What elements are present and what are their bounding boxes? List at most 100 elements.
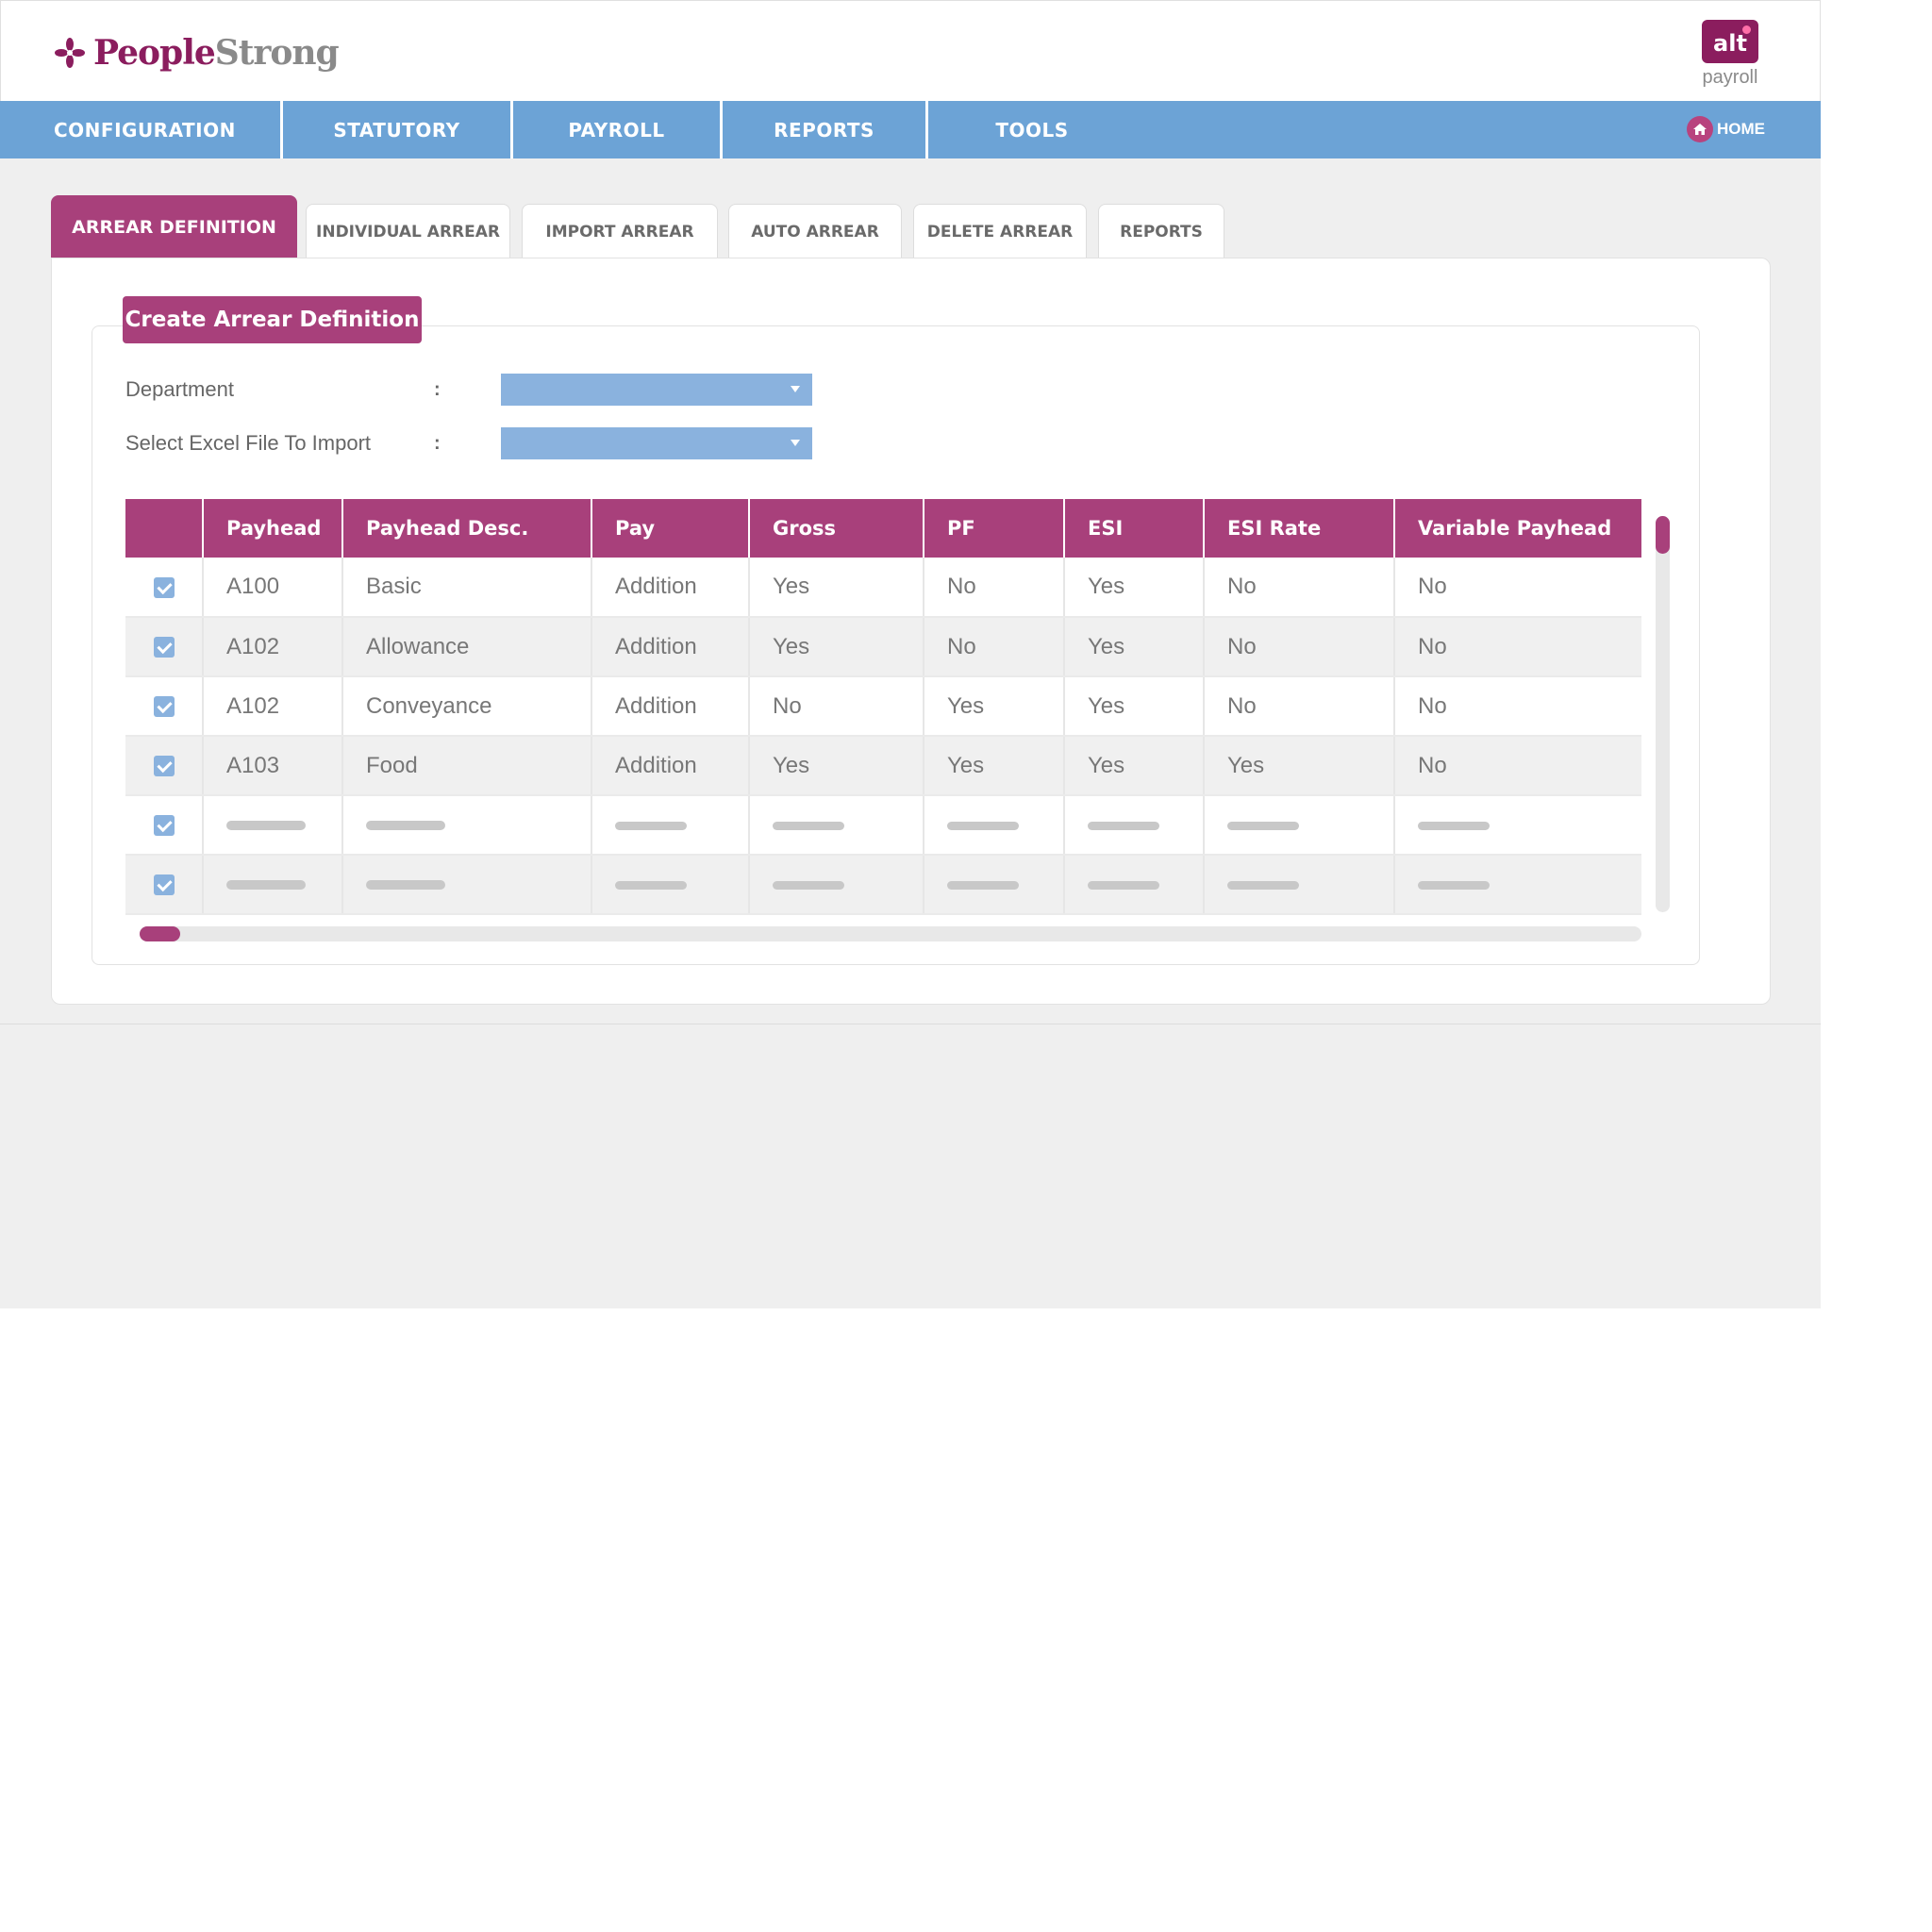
placeholder-cell	[1204, 795, 1395, 856]
table-row[interactable]: A102 Conveyance Addition No Yes Yes No N…	[125, 676, 1641, 737]
placeholder-bar	[1227, 821, 1299, 830]
horizontal-scrollbar[interactable]	[140, 926, 1641, 941]
row-checkbox[interactable]	[125, 617, 204, 677]
header-payhead[interactable]: Payhead	[203, 499, 343, 558]
row-checkbox[interactable]	[125, 558, 204, 618]
nav-configuration[interactable]: CONFIGURATION	[0, 101, 283, 158]
tab-arrear-definition[interactable]: ARREAR DEFINITION	[51, 195, 297, 258]
home-icon	[1687, 116, 1713, 142]
placeholder-cell	[1394, 855, 1641, 915]
tab-delete-arrear[interactable]: DELETE ARREAR	[913, 204, 1087, 258]
cell-pf: No	[924, 617, 1065, 677]
department-select[interactable]	[501, 374, 812, 406]
cell-esi-rate: Yes	[1204, 736, 1395, 796]
home-link[interactable]: HOME	[1687, 115, 1765, 143]
header-variable-payhead[interactable]: Variable Payhead	[1394, 499, 1641, 558]
cell-esi: Yes	[1064, 736, 1205, 796]
cell-payhead: A102	[203, 676, 343, 737]
table-row[interactable]: A103 Food Addition Yes Yes Yes Yes No	[125, 736, 1641, 796]
placeholder-cell	[924, 855, 1065, 915]
horizontal-scroll-thumb[interactable]	[140, 926, 180, 941]
cell-pf: No	[924, 558, 1065, 618]
nav-statutory[interactable]: STATUTORY	[283, 101, 513, 158]
checkbox-checked-icon	[153, 874, 175, 896]
placeholder-cell	[1064, 795, 1205, 856]
top-header: PeopleStrong alt payroll	[0, 0, 1821, 101]
placeholder-bar	[947, 821, 1019, 830]
placeholder-bar	[615, 821, 687, 830]
excel-file-select[interactable]	[501, 427, 812, 459]
tab-individual-arrear[interactable]: INDIVIDUAL ARREAR	[306, 204, 510, 258]
nav-reports[interactable]: REPORTS	[723, 101, 928, 158]
header-esi-rate[interactable]: ESI Rate	[1204, 499, 1395, 558]
placeholder-cell	[203, 795, 343, 856]
tab-auto-arrear[interactable]: AUTO ARREAR	[728, 204, 902, 258]
cell-payhead-desc: Allowance	[342, 617, 592, 677]
cell-payhead-desc: Basic	[342, 558, 592, 618]
chevron-down-icon	[791, 440, 800, 446]
cell-payhead: A100	[203, 558, 343, 618]
cell-gross: Yes	[749, 736, 924, 796]
cell-variable-payhead: No	[1394, 617, 1641, 677]
product-name: payroll	[1702, 67, 1758, 88]
vertical-scroll-thumb[interactable]	[1656, 516, 1670, 554]
cell-gross: No	[749, 676, 924, 737]
table-row[interactable]: A102 Allowance Addition Yes No Yes No No	[125, 617, 1641, 677]
placeholder-bar	[1418, 821, 1490, 830]
placeholder-bar	[615, 880, 687, 890]
nav-tools[interactable]: TOOLS	[928, 101, 1136, 158]
cell-pf: Yes	[924, 736, 1065, 796]
header-pf[interactable]: PF	[924, 499, 1065, 558]
cell-pay: Addition	[591, 736, 750, 796]
header-gross[interactable]: Gross	[749, 499, 924, 558]
brand-name: PeopleStrong	[93, 33, 340, 73]
cell-gross: Yes	[749, 617, 924, 677]
placeholder-bar	[226, 880, 306, 891]
brand-logo[interactable]: PeopleStrong	[54, 29, 340, 76]
table-row[interactable]: A100 Basic Addition Yes No Yes No No	[125, 558, 1641, 618]
placeholder-bar	[1227, 880, 1299, 890]
placeholder-cell	[1204, 855, 1395, 915]
table-row-placeholder[interactable]	[125, 795, 1641, 856]
cell-payhead-desc: Conveyance	[342, 676, 592, 737]
placeholder-cell	[749, 795, 924, 856]
checkbox-checked-icon	[153, 576, 175, 598]
placeholder-bar	[947, 880, 1019, 890]
header-esi[interactable]: ESI	[1064, 499, 1205, 558]
cell-payhead: A103	[203, 736, 343, 796]
cell-pay: Addition	[591, 676, 750, 737]
placeholder-cell	[924, 795, 1065, 856]
chevron-down-icon	[791, 386, 800, 392]
form-title: Create Arrear Definition	[123, 296, 422, 343]
header-payhead-desc[interactable]: Payhead Desc.	[342, 499, 592, 558]
row-checkbox[interactable]	[125, 676, 204, 737]
excel-file-label: Select Excel File To Import	[125, 431, 372, 455]
vertical-scrollbar[interactable]	[1656, 516, 1670, 912]
nav-payroll[interactable]: PAYROLL	[513, 101, 723, 158]
cell-pay: Addition	[591, 617, 750, 677]
header-pay[interactable]: Pay	[591, 499, 750, 558]
placeholder-bar	[1088, 880, 1159, 890]
placeholder-cell	[591, 795, 750, 856]
cell-esi-rate: No	[1204, 558, 1395, 618]
page-background-area	[0, 1024, 1821, 1308]
cell-variable-payhead: No	[1394, 736, 1641, 796]
placeholder-cell	[591, 855, 750, 915]
placeholder-bar	[226, 821, 306, 831]
cell-pf: Yes	[924, 676, 1065, 737]
row-checkbox[interactable]	[125, 795, 204, 856]
cell-esi: Yes	[1064, 676, 1205, 737]
header-select	[125, 499, 204, 558]
placeholder-bar	[773, 821, 844, 830]
department-label: Department	[125, 377, 234, 401]
cell-variable-payhead: No	[1394, 558, 1641, 618]
excel-file-colon: :	[434, 432, 441, 454]
row-checkbox[interactable]	[125, 855, 204, 915]
tab-reports[interactable]: REPORTS	[1098, 204, 1224, 258]
row-checkbox[interactable]	[125, 736, 204, 796]
department-colon: :	[434, 378, 441, 400]
table-row-placeholder[interactable]	[125, 855, 1641, 915]
alt-product-badge[interactable]: alt	[1702, 20, 1758, 63]
placeholder-cell	[1064, 855, 1205, 915]
tab-import-arrear[interactable]: IMPORT ARREAR	[522, 204, 718, 258]
